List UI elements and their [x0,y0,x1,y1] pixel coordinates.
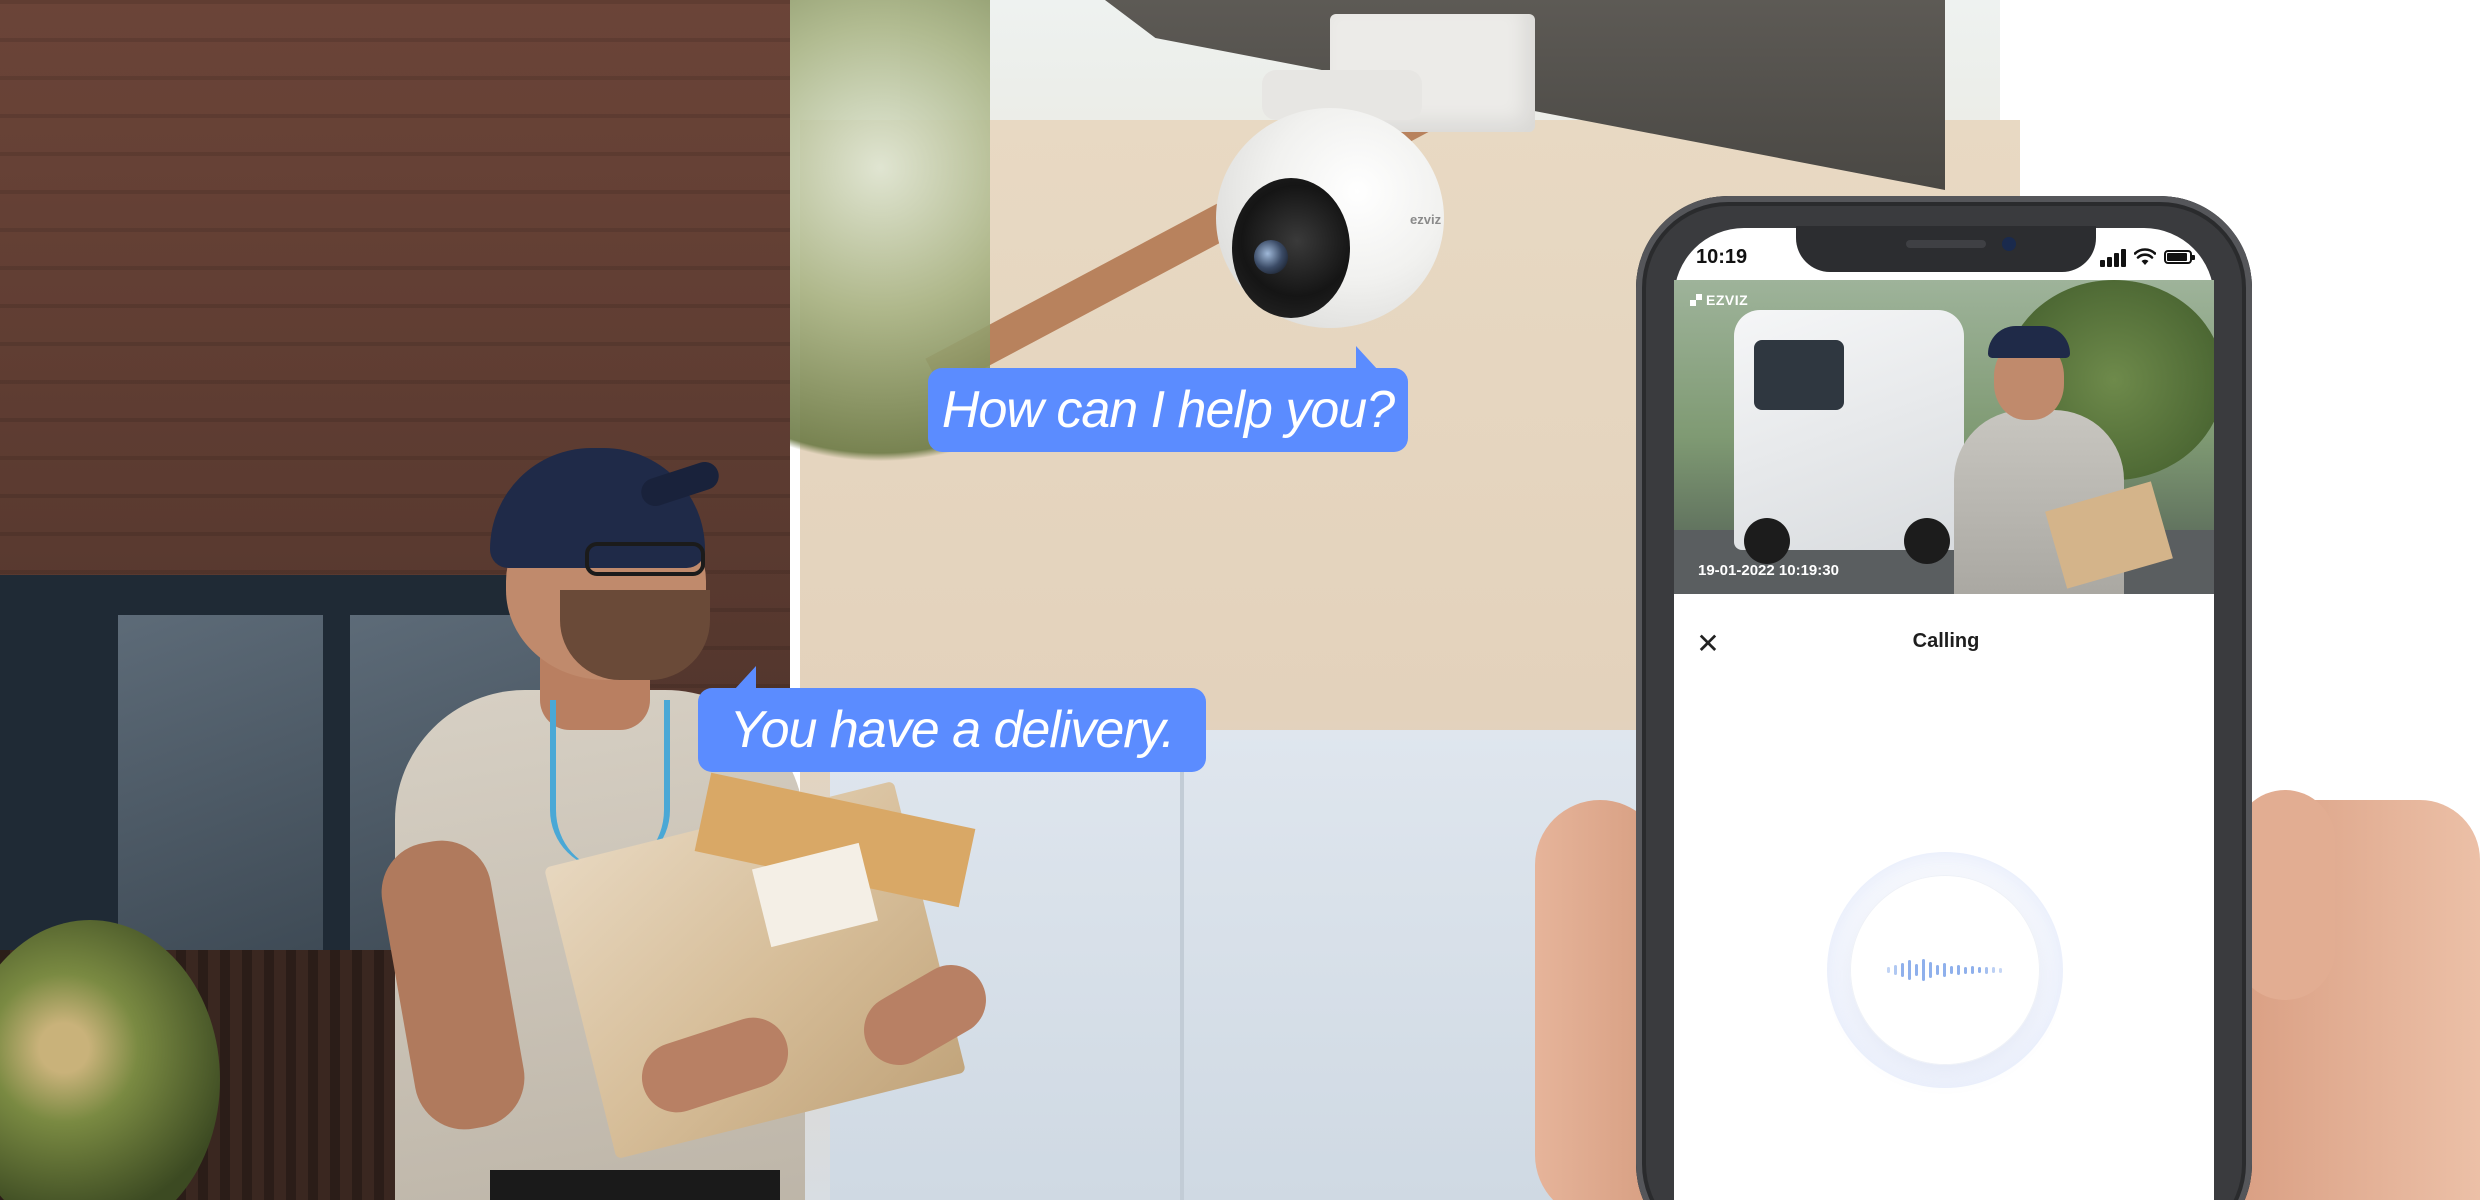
signal-icon [2100,249,2130,267]
front-camera [2002,237,2016,251]
live-camera-feed[interactable]: EZVIZ 19-01-2022 10:19:30 [1674,280,2214,594]
visitor-speech-bubble: You have a delivery. [698,666,1206,772]
close-icon: ✕ [1696,627,1720,659]
phone-notch [1796,226,2096,272]
feed-van-wheel [1904,518,1950,564]
window-pane-left [118,615,323,955]
camera-lens-housing [1232,178,1350,318]
feed-courier-cap [1988,326,2070,358]
feed-timestamp: 19-01-2022 10:19:30 [1698,562,1839,579]
garage-door-seam [1180,730,1184,1200]
feed-brand-text: EZVIZ [1706,292,1749,308]
courier-belt [490,1170,780,1200]
promo-scene: ezviz How can I help you? You have a del… [0,0,2480,1200]
close-call-button[interactable]: ✕ [1690,625,1726,661]
background-tree [770,0,990,560]
feed-van-window [1754,340,1844,410]
status-time: 10:19 [1696,246,1748,268]
courier-glasses [585,542,705,576]
wifi-icon [2134,248,2156,265]
battery-icon [2164,250,2195,264]
voice-wave-icon [1887,955,2003,985]
call-status-title: Calling [1912,630,1980,652]
camera-lens [1254,240,1288,274]
feed-brand-logo: EZVIZ [1690,292,1748,308]
feed-van-wheel [1744,518,1790,564]
notch-speaker [1906,240,1986,248]
camera-logo: ezviz [1410,212,1442,227]
camera-speech-bubble: How can I help you? [928,346,1408,452]
courier-beard [560,590,710,680]
brand-mark-icon [1690,294,1702,306]
